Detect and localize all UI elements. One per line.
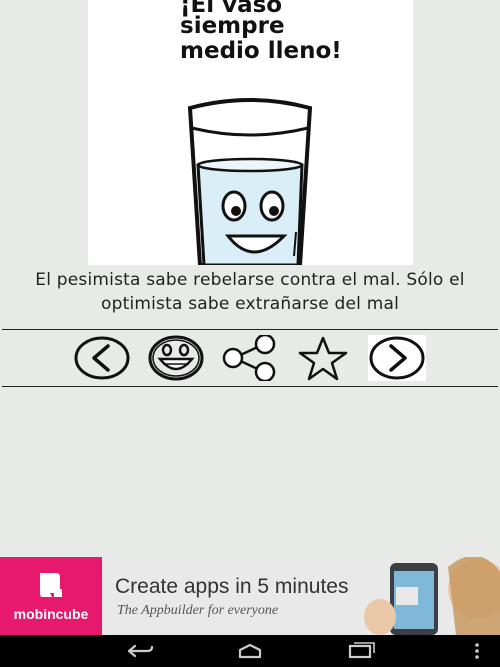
ad-subtitle: The Appbuilder for everyone <box>117 603 279 618</box>
smiley-icon <box>148 335 204 381</box>
share-icon <box>222 335 276 381</box>
previous-button[interactable] <box>73 335 131 381</box>
ad-title[interactable]: Create apps in 5 minutes <box>115 575 348 599</box>
home-icon <box>238 643 262 659</box>
back-icon <box>127 644 154 658</box>
quote-image: ¡El vaso siempre medio lleno! <box>88 0 413 265</box>
ad-brand-name: mobincube <box>13 606 89 622</box>
chevron-left-icon <box>74 336 130 380</box>
nav-menu-button[interactable] <box>462 639 492 663</box>
quote-line-2: optimista sabe extrañarse del mal <box>100 294 399 314</box>
nav-recents-button[interactable] <box>338 639 382 663</box>
menu-icon <box>475 643 479 659</box>
system-navigation-bar <box>0 635 500 667</box>
favorite-button[interactable] <box>294 335 352 381</box>
star-icon <box>298 336 348 381</box>
next-button[interactable] <box>368 335 426 381</box>
mobincube-logo-icon <box>40 573 62 597</box>
face-button[interactable] <box>147 335 205 381</box>
recents-icon <box>348 642 375 659</box>
ad-brand-logo: mobincube <box>0 557 102 635</box>
chevron-right-icon <box>369 336 425 380</box>
action-toolbar <box>0 329 500 387</box>
quote-line-1: El pesimista sabe rebelarse contra el ma… <box>35 270 465 290</box>
share-button[interactable] <box>220 335 278 381</box>
image-caption-line-2: siempre <box>180 13 285 39</box>
quote-text: El pesimista sabe rebelarse contra el ma… <box>0 268 500 316</box>
nav-back-button[interactable] <box>118 639 162 663</box>
nav-home-button[interactable] <box>228 639 272 663</box>
image-caption-line-3: medio lleno! <box>180 38 342 64</box>
toolbar-divider-top <box>2 329 498 330</box>
ad-phone-image <box>364 557 500 635</box>
toolbar-divider-bottom <box>2 386 498 387</box>
